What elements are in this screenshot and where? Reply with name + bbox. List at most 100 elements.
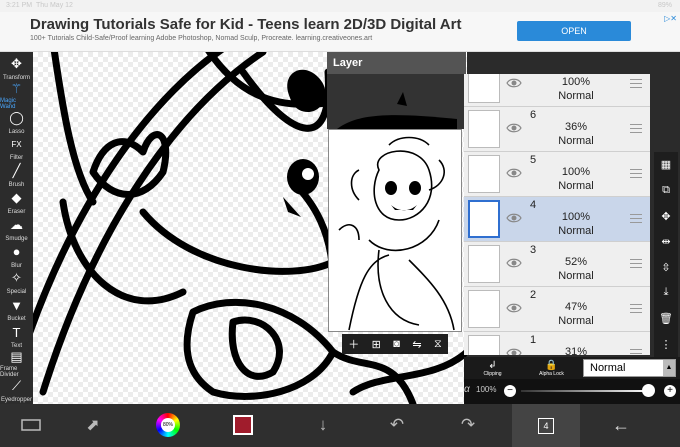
move-layer-icon[interactable]: ✥ (661, 210, 670, 223)
layer-number: 3 (530, 244, 537, 256)
alpha-symbol: α (464, 384, 470, 395)
alpha-lock-button[interactable]: 🔒 Alpha Lock (523, 357, 580, 379)
eye-icon[interactable] (506, 75, 522, 91)
tool-blur[interactable]: ● Blur (0, 242, 33, 269)
tool-special[interactable]: ✧ Special (0, 268, 33, 295)
add-layer-plus-icon[interactable]: ⊞ (372, 338, 381, 351)
frame-divider-icon: ▤ (10, 348, 23, 364)
current-color-swatch[interactable] (232, 412, 254, 438)
quick-menu-icon[interactable] (18, 412, 44, 438)
tool-magic-wand[interactable]: ⚚ Magic Wand (0, 80, 33, 110)
checker-icon[interactable]: ▦ (661, 158, 671, 171)
drag-handle-icon[interactable] (630, 214, 642, 223)
drag-handle-icon[interactable] (630, 79, 642, 88)
status-time: 3:21 PM Thu May 12 (6, 2, 73, 9)
drag-handle-icon[interactable] (630, 349, 642, 355)
tool-eyedropper[interactable]: ⟋ Eyedropper (0, 376, 33, 403)
tool-smudge[interactable]: ☁ Smudge (0, 215, 33, 242)
ad-title[interactable]: Drawing Tutorials Safe for Kid - Teens l… (30, 16, 461, 33)
eraser-icon: ◆ (11, 190, 22, 205)
layer-thumbnail[interactable] (468, 245, 500, 283)
tool-brush[interactable]: ╱ Brush (0, 161, 33, 188)
tool-move[interactable]: ✥ Transform (0, 54, 33, 81)
layer-panel: Layer ＋ ⊞ ◙ ⇋ ⧖ 100% Normal 6 36% Normal… (327, 52, 680, 404)
tool-fx[interactable]: FX Filter (0, 134, 33, 162)
layer-opacity: 31% (564, 346, 588, 355)
layer-thumbnail[interactable] (468, 335, 500, 355)
layer-row[interactable]: 6 36% Normal (464, 107, 650, 152)
layer-row[interactable]: 3 52% Normal (464, 242, 650, 287)
tool-text[interactable]: T Text (0, 322, 33, 350)
flip-horizontal-icon[interactable]: ⇹ (661, 235, 670, 248)
ad-banner[interactable]: Drawing Tutorials Safe for Kid - Teens l… (0, 12, 680, 52)
magic-wand-icon: ⚚ (10, 80, 23, 96)
opacity-increase-button[interactable]: + (664, 385, 676, 397)
current-color-fill (233, 415, 253, 435)
opacity-slider-knob[interactable] (642, 384, 655, 397)
opacity-decrease-button[interactable]: − (504, 385, 516, 397)
text-icon: T (12, 324, 21, 340)
more-icon[interactable]: ⋮ (661, 338, 672, 351)
layer-thumbnail[interactable] (468, 110, 500, 148)
layer-blend-mode: Normal (558, 270, 594, 282)
layers-button[interactable]: 4 (512, 404, 580, 447)
blend-mode-select[interactable]: Normal ▲ (583, 359, 676, 377)
layer-preview[interactable] (328, 129, 462, 332)
ad-open-button[interactable]: OPEN (517, 21, 631, 41)
color-wheel-button[interactable]: 80% (155, 412, 181, 438)
merge-icon[interactable]: ⧖ (434, 338, 442, 351)
eye-icon[interactable] (506, 255, 522, 271)
layer-number: 1 (530, 334, 537, 346)
color-wheel-icon: 80% (156, 413, 180, 437)
eye-icon[interactable] (506, 345, 522, 355)
flip-icon[interactable]: ⇋ (412, 338, 421, 351)
redo-icon[interactable]: ↷ (455, 412, 481, 438)
merge-down-icon[interactable]: ⤓ (664, 286, 669, 299)
layer-thumbnail[interactable] (468, 74, 500, 103)
copy-layer-icon[interactable]: ⧉ (662, 184, 670, 197)
wand-quick-icon[interactable]: ⬈ (80, 412, 106, 438)
drag-handle-icon[interactable] (630, 169, 642, 178)
eye-icon[interactable] (506, 165, 522, 181)
flip-vertical-icon[interactable]: ⇳ (661, 261, 670, 274)
tool-eraser[interactable]: ◆ Eraser (0, 188, 33, 215)
layer-number: 6 (530, 109, 537, 121)
ad-choices-icon[interactable]: ▷✕ (664, 14, 677, 23)
layer-row[interactable]: 131%Normal (464, 332, 650, 355)
preview-toolbar: ＋ ⊞ ◙ ⇋ ⧖ (342, 334, 448, 354)
layer-opacity: 100% (561, 166, 591, 178)
layer-row[interactable]: 4 100% Normal (464, 197, 650, 242)
layer-blend-mode: Normal (558, 225, 594, 237)
layer-thumbnail[interactable] (468, 200, 500, 238)
eye-icon[interactable] (506, 210, 522, 226)
drag-handle-icon[interactable] (630, 259, 642, 268)
tool-frame-divider[interactable]: ▤ Frame Divider (0, 348, 33, 378)
layer-row[interactable]: 100% Normal (464, 74, 650, 107)
undo-icon[interactable]: ↶ (384, 412, 410, 438)
eye-icon[interactable] (506, 120, 522, 136)
drag-handle-icon[interactable] (630, 304, 642, 313)
add-layer-icon[interactable]: ＋ (348, 336, 359, 352)
drag-handle-icon[interactable] (630, 124, 642, 133)
eye-icon[interactable] (506, 300, 522, 316)
download-icon[interactable]: ↓ (310, 412, 336, 438)
layer-row[interactable]: 5 100% Normal (464, 152, 650, 197)
quick-menu-glyph (21, 419, 41, 431)
layer-thumbnail[interactable] (468, 155, 500, 193)
layer-thumbnail[interactable] (468, 290, 500, 328)
blend-mode-value: Normal (590, 362, 626, 374)
ad-subtitle: 100+ Tutorials Child-Safe/Proof learning… (30, 35, 373, 42)
clipping-button[interactable]: ↲ Clipping (464, 357, 521, 379)
opacity-slider[interactable] (521, 390, 649, 392)
tool-bucket[interactable]: ▼ Bucket (0, 295, 33, 323)
back-arrow-icon[interactable]: ← (608, 412, 634, 438)
preview-art (338, 136, 455, 331)
layer-count: 4 (538, 417, 554, 434)
status-battery: 89% (657, 2, 672, 9)
trash-icon[interactable]: 🗑 (659, 312, 673, 325)
opacity-row: α 100% − + (464, 379, 680, 404)
tool-lasso[interactable]: ◯ Lasso (0, 108, 33, 135)
camera-icon[interactable]: ◙ (393, 338, 400, 350)
layer-panel-title: Layer (327, 52, 466, 74)
layer-row[interactable]: 2 47% Normal (464, 287, 650, 332)
